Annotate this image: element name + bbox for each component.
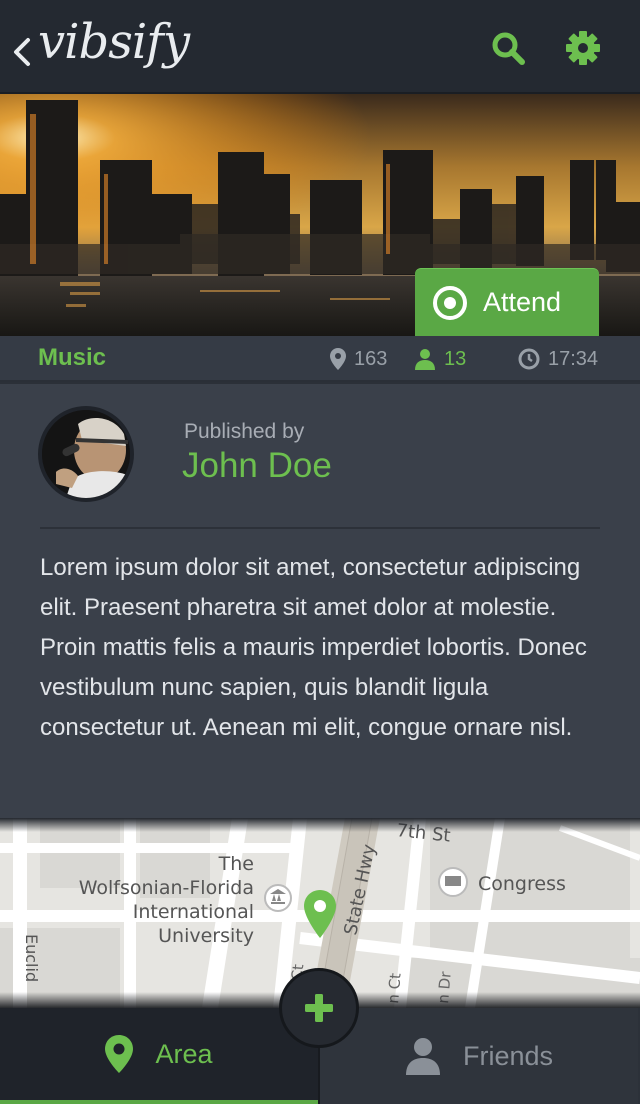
tab-area[interactable]: Area [0,1008,318,1104]
distance-value: 163 [354,347,388,370]
publisher-avatar[interactable] [38,406,134,502]
user-icon [405,1038,440,1075]
event-category[interactable]: Music [38,344,106,372]
time-value: 17:34 [548,347,599,370]
clock-icon [518,348,540,370]
attendees-stat: 13 [414,346,466,372]
location-pin-icon [105,1035,134,1073]
attend-button-label: Attend [483,287,562,317]
map-label-hotel: Congress [478,873,566,895]
event-description: Lorem ipsum dolor sit amet, consectetur … [40,554,587,741]
map-label-euclid: Euclid [22,934,41,982]
map-label-museum-3: International [133,901,254,923]
published-by-label: Published by [184,420,305,443]
divider [40,527,600,529]
plus-icon [305,994,333,1022]
tab-friends-label: Friends [462,1040,554,1071]
map-label-museum-4: University [158,925,254,947]
gear-icon[interactable] [563,28,603,68]
app-logo: vibsify [38,14,190,70]
location-pin-icon [330,348,346,370]
event-details-card: Published by John Doe Lorem ipsum dolor … [0,384,640,818]
add-button[interactable] [279,968,359,1048]
search-icon[interactable] [488,28,528,68]
event-meta-bar: Music 163 13 17:34 [0,336,640,382]
map-label-museum-2: Wolfsonian-Florida [79,877,254,899]
map-top-shadow [0,818,640,832]
user-icon [415,349,435,370]
app-header: vibsify [0,0,640,94]
target-icon [433,285,467,320]
map-label-museum-1: The [218,853,254,875]
tab-area-label: Area [155,1038,213,1069]
distance-stat: 163 [330,346,387,372]
tab-friends[interactable]: Friends [320,1008,638,1104]
attend-button[interactable]: Attend [415,268,599,336]
chevron-left-icon[interactable] [10,30,34,70]
attendees-value: 13 [444,347,467,370]
publisher-name[interactable]: John Doe [182,446,332,486]
time-stat: 17:34 [518,346,598,372]
